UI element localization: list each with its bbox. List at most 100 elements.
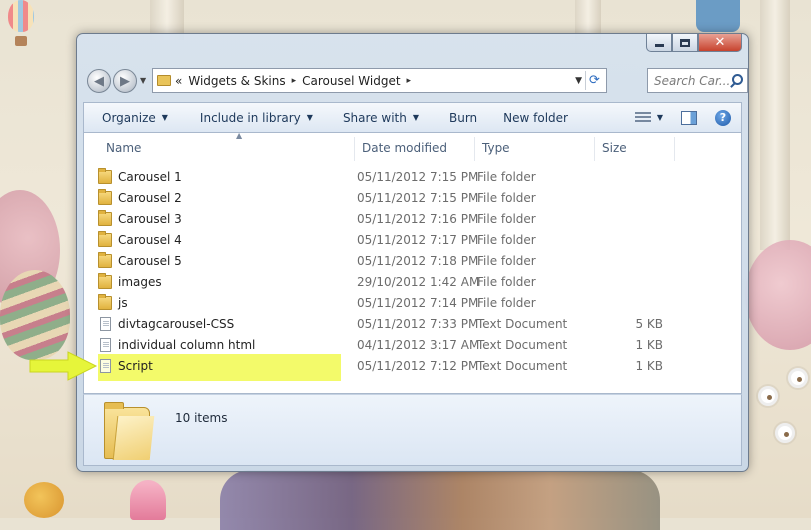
burn-button[interactable]: Burn: [441, 103, 485, 132]
minimize-button[interactable]: [646, 34, 672, 52]
chevron-down-icon: ▼: [306, 113, 313, 122]
file-row[interactable]: Carousel 3 05/11/2012 7:16 PM File folder: [84, 209, 741, 230]
file-row[interactable]: Carousel 5 05/11/2012 7:18 PM File folder: [84, 251, 741, 272]
file-date-modified: 05/11/2012 7:14 PM: [357, 296, 479, 310]
help-icon[interactable]: ?: [715, 109, 731, 126]
folder-icon: [98, 189, 112, 205]
breadcrumb-separator-icon[interactable]: ▸: [292, 76, 297, 86]
file-row[interactable]: Carousel 1 05/11/2012 7:15 PM File folder: [84, 167, 741, 188]
file-type: File folder: [477, 170, 536, 184]
file-row[interactable]: Carousel 4 05/11/2012 7:17 PM File folder: [84, 230, 741, 251]
file-name: Carousel 5: [118, 254, 182, 268]
annotation-arrow-icon: [29, 351, 98, 381]
organize-button[interactable]: Organize ▼: [94, 103, 176, 132]
change-view-icon[interactable]: [634, 111, 651, 124]
maximize-button[interactable]: [672, 34, 698, 52]
file-size: 5 KB: [635, 317, 663, 331]
share-with-button[interactable]: Share with ▼: [335, 103, 427, 132]
item-count: 10 items: [175, 411, 228, 425]
file-name: images: [118, 275, 162, 289]
view-options-dropdown-icon[interactable]: ▼: [657, 113, 663, 122]
file-type: File folder: [477, 275, 536, 289]
forward-button[interactable]: ▶: [113, 69, 137, 93]
folder-icon: [98, 294, 112, 310]
file-size: 1 KB: [635, 338, 663, 352]
address-dropdown-icon[interactable]: ▼: [575, 76, 582, 86]
arrow-right-icon: ▶: [120, 73, 130, 89]
breadcrumb-widgets-skins[interactable]: Widgets & Skins: [188, 74, 285, 88]
column-divider[interactable]: [674, 137, 675, 161]
wallpaper-pillar: [760, 0, 790, 250]
refresh-icon[interactable]: ⟳: [585, 71, 603, 90]
wallpaper-flower: [758, 386, 778, 406]
breadcrumb-overflow[interactable]: «: [175, 74, 182, 88]
folder-icon: [104, 402, 150, 459]
folder-icon: [98, 231, 112, 247]
file-type: File folder: [477, 254, 536, 268]
burn-label: Burn: [449, 110, 478, 125]
text-document-icon: [100, 359, 111, 373]
text-document-icon: [100, 338, 111, 352]
command-toolbar: Organize ▼ Include in library ▼ Share wi…: [83, 102, 742, 132]
file-type: File folder: [477, 212, 536, 226]
folder-icon: [98, 252, 112, 268]
new-folder-label: New folder: [503, 110, 568, 125]
organize-label: Organize: [102, 110, 156, 125]
folder-icon: [98, 168, 112, 184]
wallpaper-leaf: [745, 240, 811, 350]
file-name: Script: [118, 359, 153, 373]
file-row[interactable]: individual column html 04/11/2012 3:17 AM…: [84, 335, 741, 356]
file-row[interactable]: js 05/11/2012 7:14 PM File folder: [84, 293, 741, 314]
column-date-modified[interactable]: Date modified: [354, 133, 474, 161]
column-size[interactable]: Size: [594, 133, 674, 161]
file-row[interactable]: images 29/10/2012 1:42 AM File folder: [84, 272, 741, 293]
column-name[interactable]: ▲ Name: [98, 133, 354, 161]
details-pane: 10 items: [83, 394, 742, 466]
file-date-modified: 05/11/2012 7:18 PM: [357, 254, 479, 268]
close-button[interactable]: ✕: [698, 34, 742, 52]
include-in-library-label: Include in library: [199, 110, 301, 125]
file-name: js: [118, 296, 128, 310]
include-in-library-button[interactable]: Include in library ▼: [192, 103, 321, 132]
file-date-modified: 05/11/2012 7:16 PM: [357, 212, 479, 226]
breadcrumb-separator-icon[interactable]: ▸: [407, 76, 412, 86]
file-date-modified: 05/11/2012 7:15 PM: [357, 170, 479, 184]
file-date-modified: 29/10/2012 1:42 AM: [357, 275, 480, 289]
file-rows: Carousel 1 05/11/2012 7:15 PM File folder C…: [84, 167, 741, 381]
recent-pages-dropdown[interactable]: ▼: [140, 76, 146, 85]
file-name: divtagcarousel-CSS: [118, 317, 235, 331]
wallpaper-egg: [0, 270, 70, 360]
sort-ascending-icon: ▲: [236, 132, 243, 140]
address-bar[interactable]: « Widgets & Skins ▸ Carousel Widget ▸ ▼ …: [152, 68, 607, 93]
back-button[interactable]: ◀: [87, 69, 111, 93]
wallpaper-tulip: [130, 480, 166, 520]
folder-icon: [98, 210, 112, 226]
wallpaper-flower: [788, 368, 808, 388]
wallpaper-sign: [696, 0, 740, 32]
search-input[interactable]: Search Car...: [647, 68, 748, 93]
breadcrumb-carousel-widget[interactable]: Carousel Widget: [302, 74, 400, 88]
column-date-modified-label: Date modified: [362, 141, 448, 155]
balloon-basket: [15, 36, 27, 46]
file-type: Text Document: [477, 338, 568, 352]
arrow-left-icon: ◀: [94, 73, 104, 89]
column-type-label: Type: [482, 141, 510, 155]
explorer-window: ✕ ◀ ▶ ▼ « Widgets & Skins ▸ Carousel Wid…: [76, 33, 749, 472]
file-type: File folder: [477, 191, 536, 205]
file-date-modified: 05/11/2012 7:15 PM: [357, 191, 479, 205]
column-type[interactable]: Type: [474, 133, 594, 161]
file-name: Carousel 1: [118, 170, 182, 184]
file-name: Carousel 3: [118, 212, 182, 226]
file-row[interactable]: divtagcarousel-CSS 05/11/2012 7:33 PM Text…: [84, 314, 741, 335]
file-name: Carousel 4: [118, 233, 182, 247]
file-row[interactable]: Carousel 2 05/11/2012 7:15 PM File folder: [84, 188, 741, 209]
file-row[interactable]: Script 05/11/2012 7:12 PM Text Document 1 K…: [84, 354, 741, 381]
hot-air-balloon-icon: [8, 0, 34, 32]
preview-pane-icon[interactable]: [681, 110, 697, 125]
column-name-label: Name: [106, 141, 142, 155]
new-folder-button[interactable]: New folder: [495, 103, 576, 132]
file-type: Text Document: [477, 359, 568, 373]
close-icon: ✕: [714, 35, 726, 50]
file-list: ▲ Name Date modified Type Size Carousel …: [83, 132, 742, 394]
search-icon[interactable]: [732, 74, 743, 85]
